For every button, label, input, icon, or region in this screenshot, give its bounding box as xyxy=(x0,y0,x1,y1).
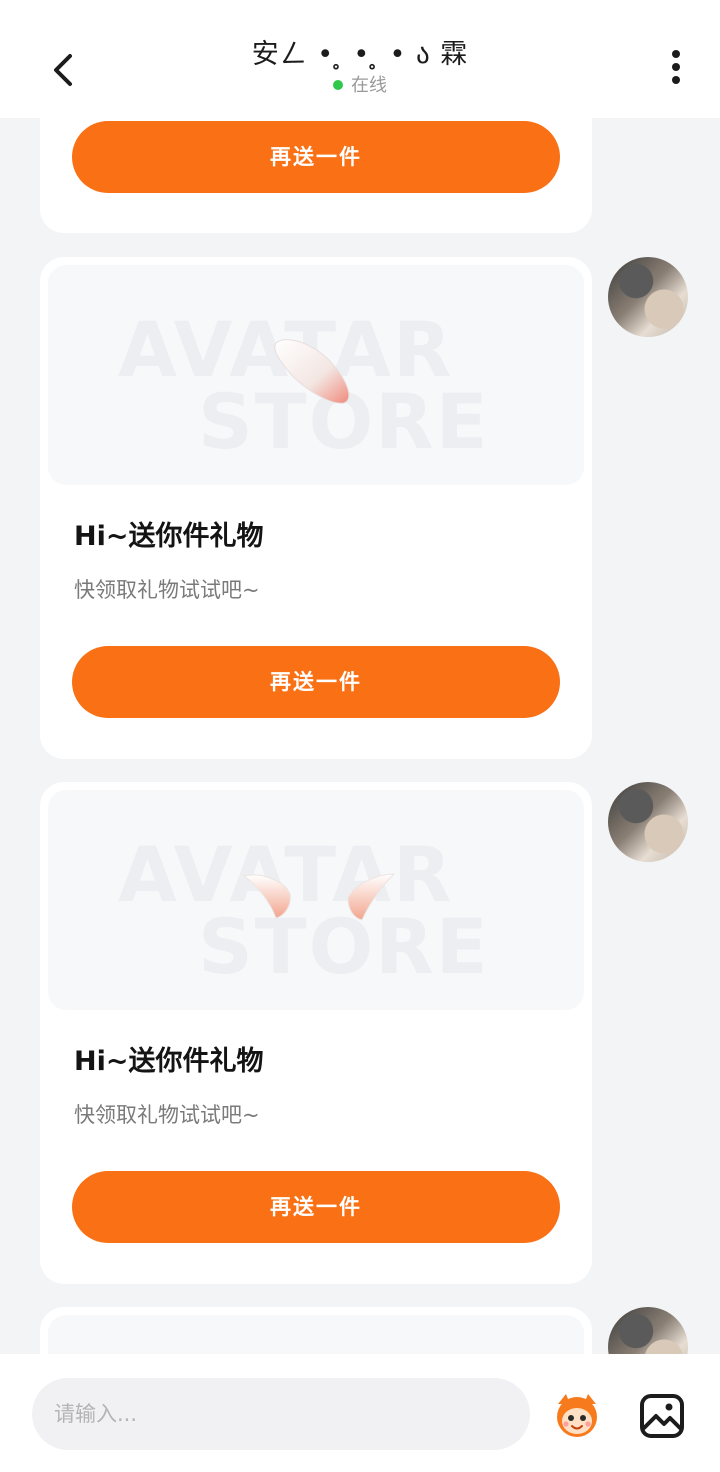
bunny-ears-gift-icon xyxy=(242,873,396,921)
avatar[interactable] xyxy=(608,782,688,862)
chat-title-block: 安ㄥ • ̥ • ̥ • ა 霖 在线 xyxy=(160,36,560,98)
gift-card-partial: 再送一件 xyxy=(40,118,592,233)
message-input[interactable] xyxy=(32,1378,530,1450)
gift-card-subtitle: 快领取礼物试试吧~ xyxy=(74,1103,260,1127)
avatar[interactable] xyxy=(608,257,688,337)
more-options-button[interactable] xyxy=(660,50,692,90)
back-button[interactable] xyxy=(44,46,84,94)
online-status-label: 在线 xyxy=(351,75,387,96)
chat-input-bar xyxy=(0,1354,720,1472)
resend-gift-button[interactable]: 再送一件 xyxy=(72,646,560,718)
gift-preview-image[interactable]: AVATAR STORE xyxy=(48,265,584,485)
chevron-left-icon xyxy=(54,54,72,86)
gift-card-title: Hi~送你件礼物 xyxy=(74,1046,264,1077)
gift-card: AVATAR STORE Hi~送你件礼物 快领取礼物试试吧~ 再送一件 xyxy=(40,782,592,1284)
message-list[interactable]: 再送一件 AVATAR STORE Hi~送你件礼物 快领取礼物试试吧~ 再送一… xyxy=(0,118,720,1354)
mascot-sticker-button[interactable] xyxy=(552,1390,602,1440)
gift-card: AVATAR STORE Hi~送你件礼物 快领取礼物试试吧~ 再送一件 xyxy=(40,257,592,759)
gift-preview-image[interactable]: AVATAR STORE xyxy=(48,790,584,1010)
resend-gift-button[interactable]: 再送一件 xyxy=(72,121,560,193)
gift-card-subtitle: 快领取礼物试试吧~ xyxy=(74,578,260,602)
image-icon xyxy=(640,1394,684,1438)
avatar[interactable] xyxy=(608,1307,688,1354)
gift-card-title: Hi~送你件礼物 xyxy=(74,521,264,552)
contact-name: 安ㄥ • ̥ • ̥ • ა 霖 xyxy=(251,39,469,70)
online-status: 在线 xyxy=(160,74,560,98)
resend-gift-button[interactable]: 再送一件 xyxy=(72,1171,560,1243)
online-dot-icon xyxy=(333,80,343,90)
gift-preview-image[interactable] xyxy=(48,1315,584,1354)
gift-card-partial xyxy=(40,1307,592,1354)
chat-header: 安ㄥ • ̥ • ̥ • ა 霖 在线 xyxy=(0,0,720,118)
feather-gift-icon xyxy=(274,339,350,404)
more-vertical-icon xyxy=(672,50,680,58)
mascot-face-icon xyxy=(557,1394,597,1437)
send-image-button[interactable] xyxy=(638,1392,686,1440)
